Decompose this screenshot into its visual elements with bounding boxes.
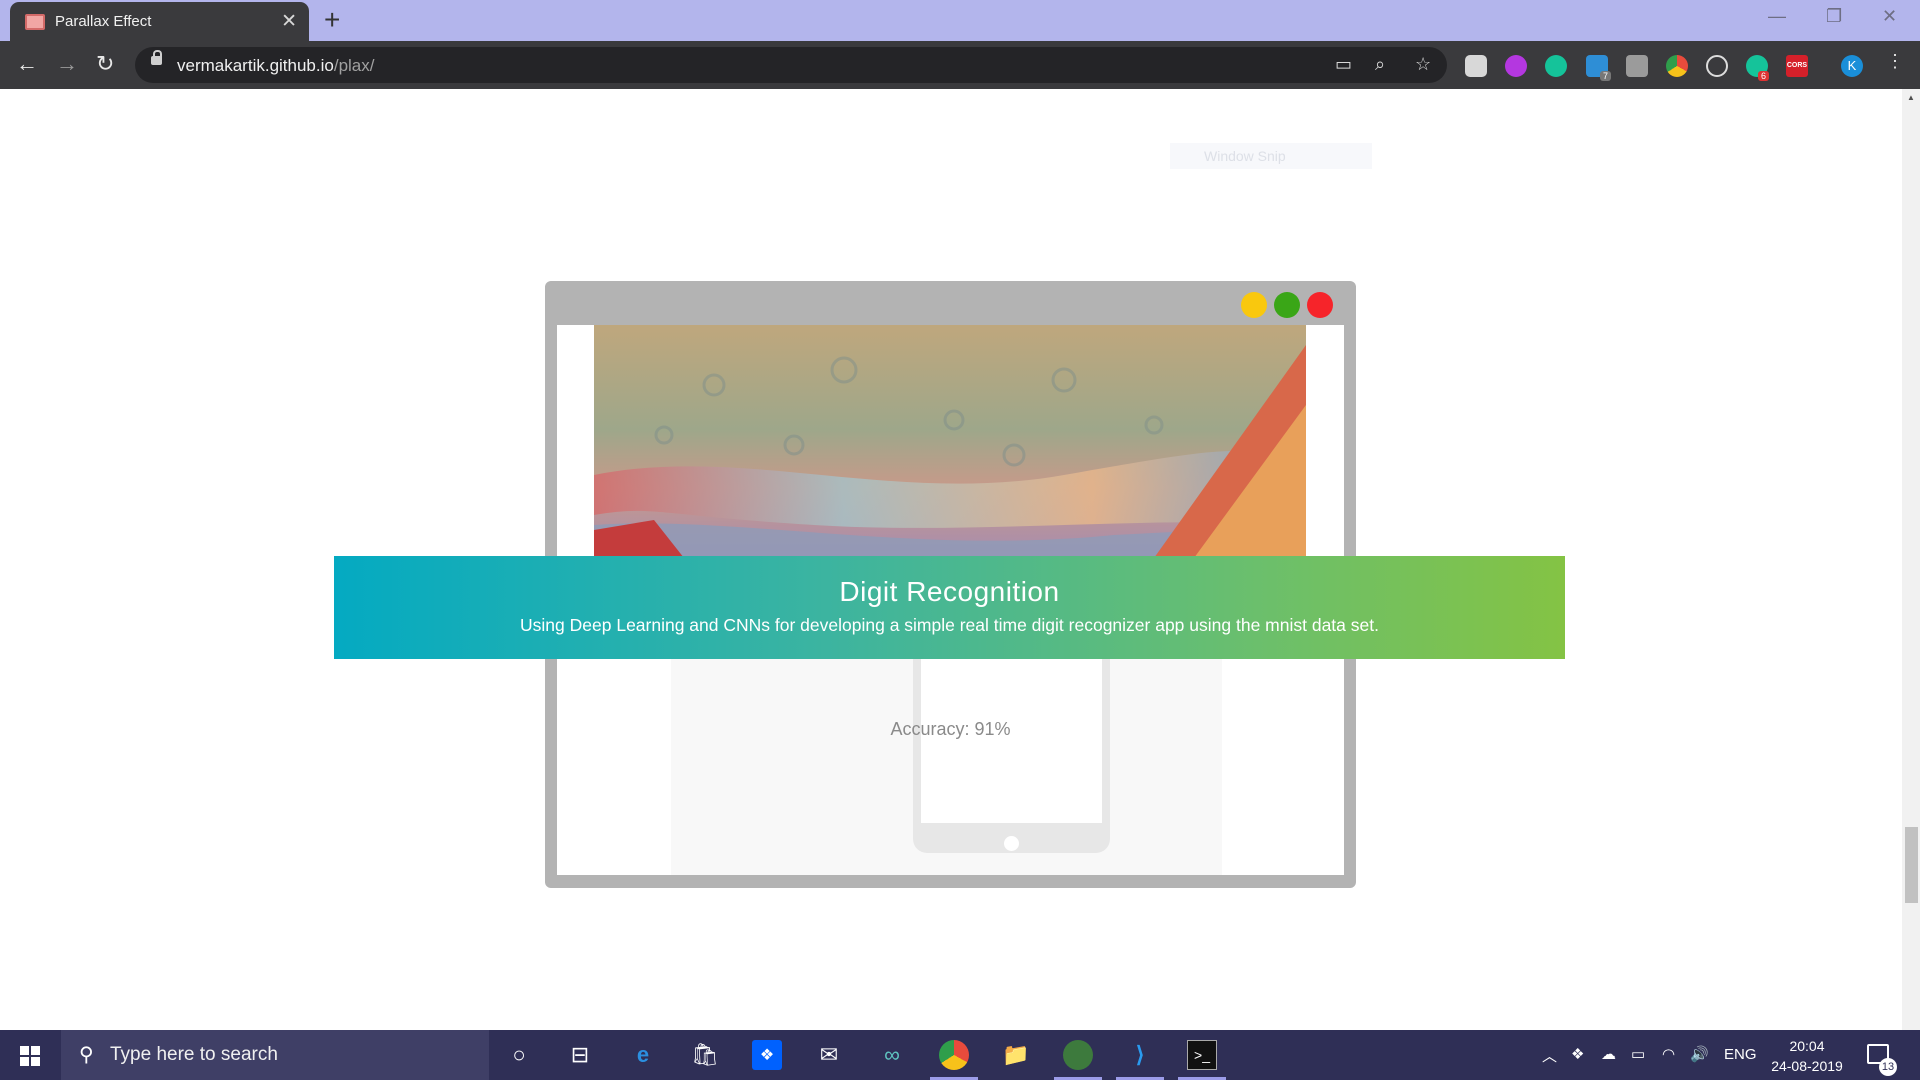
windows-start-icon[interactable] [20, 1046, 40, 1066]
clock-date: 24-08-2019 [1771, 1058, 1843, 1074]
browser-tab[interactable]: Parallax Effect ✕ [10, 2, 309, 41]
banner-subtitle: Using Deep Learning and CNNs for develop… [520, 615, 1379, 635]
url-text[interactable]: vermakartik.github.io/plax/ [177, 56, 374, 76]
tray-onedrive-icon[interactable]: ☁ [1601, 1045, 1616, 1063]
favicon-icon [25, 14, 45, 30]
ext-grey-icon[interactable] [1626, 55, 1648, 77]
phone-home-button [1004, 836, 1019, 851]
new-tab-button[interactable]: + [324, 4, 340, 36]
tab-strip: Parallax Effect ✕ + — ❐ ✕ [0, 0, 1920, 41]
edge-icon[interactable]: e [628, 1040, 658, 1070]
zoom-icon[interactable]: ⌕ [1375, 54, 1385, 75]
cortana-icon[interactable]: ○ [504, 1040, 534, 1070]
ext-chrome-color-icon[interactable] [1666, 55, 1688, 77]
page-content: Window Snip Accuracy: 91% Digit Recognit… [0, 89, 1920, 1030]
page-scrollbar[interactable]: ▲ [1902, 89, 1920, 1030]
mock-dot-red [1307, 292, 1333, 318]
restore-icon[interactable]: ❐ [1826, 6, 1842, 27]
forward-icon[interactable]: → [56, 51, 78, 77]
ext-react-icon[interactable] [1706, 55, 1728, 77]
ext-grammarly-icon[interactable] [1545, 55, 1567, 77]
bookmark-star-icon[interactable]: ☆ [1415, 54, 1431, 75]
project-banner[interactable]: Digit Recognition Using Deep Learning an… [334, 556, 1565, 659]
taskbar: ⚲ Type here to search ○ ⊟ e 🛍 ❖ ✉ ∞ 📁 ⟩ … [0, 1030, 1920, 1080]
arduino-icon[interactable]: ∞ [877, 1040, 907, 1070]
cast-icon[interactable]: ▭ [1335, 54, 1352, 75]
banner-title: Digit Recognition [839, 576, 1060, 607]
dropbox-icon[interactable]: ❖ [752, 1040, 782, 1070]
volume-icon[interactable]: 🔊 [1690, 1045, 1709, 1063]
taskbar-clock[interactable]: 20:04 24-08-2019 [1770, 1036, 1844, 1076]
wifi-icon[interactable]: ◠ [1662, 1045, 1675, 1063]
language-indicator[interactable]: ENG [1724, 1046, 1757, 1063]
ext-location-icon[interactable] [1465, 55, 1487, 77]
file-explorer-icon[interactable]: 📁 [1001, 1040, 1031, 1070]
tab-title: Parallax Effect [55, 13, 152, 30]
scrollbar-thumb[interactable] [1905, 827, 1918, 903]
scroll-up-icon[interactable]: ▲ [1907, 93, 1915, 102]
notification-count-badge: 13 [1879, 1058, 1897, 1076]
tray-dropbox-icon[interactable]: ❖ [1571, 1045, 1584, 1063]
accuracy-label: Accuracy: 91% [890, 719, 1011, 739]
terminal-icon[interactable]: >_ [1187, 1040, 1217, 1070]
ext-purple-icon[interactable] [1505, 55, 1527, 77]
chrome-icon[interactable] [939, 1040, 969, 1070]
vscode-icon[interactable]: ⟩ [1125, 1040, 1155, 1070]
minimize-icon[interactable]: — [1768, 6, 1786, 27]
artwork-image [594, 325, 1306, 558]
task-view-icon[interactable]: ⊟ [565, 1040, 595, 1070]
ext-linkedin-badge: 7 [1600, 71, 1612, 81]
window-close-icon[interactable]: ✕ [1882, 6, 1897, 27]
close-tab-icon[interactable]: ✕ [281, 10, 297, 33]
mail-icon[interactable]: ✉ [814, 1040, 844, 1070]
search-placeholder: Type here to search [110, 1044, 278, 1065]
search-icon: ⚲ [79, 1044, 94, 1066]
clock-time: 20:04 [1789, 1038, 1825, 1054]
lock-icon [151, 50, 162, 65]
window-snip-label: Window Snip [1170, 143, 1372, 169]
reload-icon[interactable]: ↻ [96, 51, 114, 77]
mock-dot-yellow [1241, 292, 1267, 318]
android-studio-icon[interactable] [1063, 1040, 1093, 1070]
mock-dot-green [1274, 292, 1300, 318]
ext-green-badge: 6 [1758, 71, 1770, 81]
back-icon[interactable]: ← [16, 51, 38, 77]
ext-cors-icon[interactable]: CORS [1786, 55, 1808, 77]
store-icon[interactable]: 🛍 [690, 1040, 720, 1070]
taskbar-search[interactable]: ⚲ Type here to search [61, 1030, 489, 1080]
menu-kebab-icon[interactable]: ⋮ [1886, 51, 1904, 72]
address-bar[interactable]: vermakartik.github.io/plax/ ▭ ⌕ ☆ [135, 47, 1447, 83]
tray-chevron-icon[interactable]: ︿ [1542, 1045, 1557, 1066]
battery-icon[interactable]: ▭ [1631, 1045, 1645, 1063]
browser-toolbar: ← → ↻ vermakartik.github.io/plax/ ▭ ⌕ ☆ … [0, 41, 1920, 89]
profile-avatar[interactable]: K [1841, 55, 1863, 77]
